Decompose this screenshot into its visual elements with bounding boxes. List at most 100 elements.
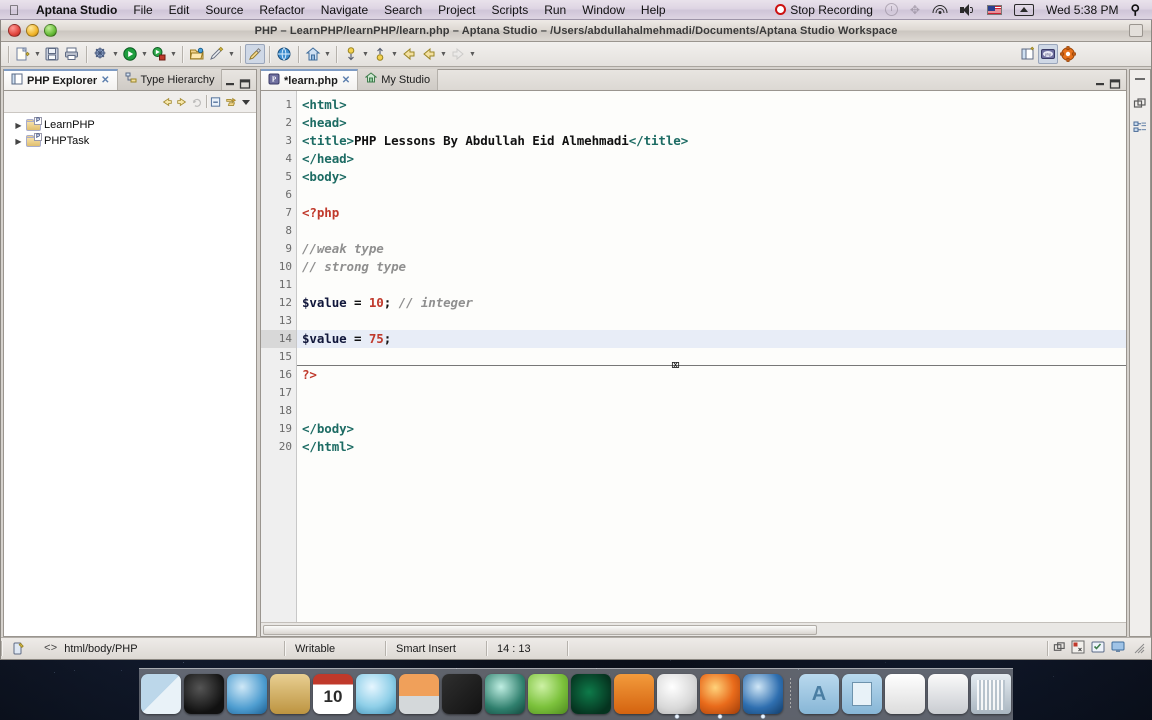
next-annotation-icon[interactable] bbox=[341, 44, 361, 64]
forward-arrow-icon[interactable] bbox=[176, 96, 188, 108]
edit-dropdown-arrow[interactable]: ▼ bbox=[227, 44, 236, 64]
dock-item-trash[interactable] bbox=[971, 674, 1011, 714]
resize-grip-icon[interactable] bbox=[1131, 640, 1145, 657]
build-icon[interactable] bbox=[1071, 640, 1086, 657]
editor-horizontal-scrollbar[interactable] bbox=[261, 622, 1126, 636]
external-tools-icon[interactable] bbox=[149, 44, 169, 64]
minimize-button[interactable] bbox=[26, 24, 39, 37]
view-menu-icon[interactable] bbox=[240, 96, 252, 108]
spotlight-search-icon[interactable]: ⚲ bbox=[1124, 0, 1146, 20]
dock-item-messenger[interactable] bbox=[528, 674, 568, 714]
dock-item-document-stack[interactable] bbox=[885, 674, 925, 714]
close-icon[interactable]: ✕ bbox=[342, 75, 350, 86]
close-button[interactable] bbox=[8, 24, 21, 37]
menu-item-source[interactable]: Source bbox=[197, 0, 251, 20]
code-line[interactable]: // strong type bbox=[297, 258, 1126, 276]
menu-item-help[interactable]: Help bbox=[633, 0, 674, 20]
dock-item-applications-folder[interactable]: A bbox=[799, 674, 839, 714]
new-wizard-icon[interactable] bbox=[13, 44, 33, 64]
back-history-icon[interactable] bbox=[419, 44, 439, 64]
code-line[interactable]: </head> bbox=[297, 150, 1126, 168]
refresh-icon[interactable] bbox=[191, 96, 203, 108]
menu-item-project[interactable]: Project bbox=[430, 0, 483, 20]
menu-app-name[interactable]: Aptana Studio bbox=[28, 0, 125, 20]
dock-item-documents-folder[interactable] bbox=[842, 674, 882, 714]
expand-arrow-icon[interactable]: ▶ bbox=[14, 137, 23, 146]
save-icon[interactable] bbox=[42, 44, 62, 64]
tasks-icon[interactable] bbox=[1091, 640, 1106, 657]
new-wizard-dropdown-arrow[interactable]: ▼ bbox=[33, 44, 42, 64]
menu-item-edit[interactable]: Edit bbox=[161, 0, 198, 20]
outline-view-icon[interactable] bbox=[1132, 119, 1148, 135]
menu-item-run[interactable]: Run bbox=[536, 0, 574, 20]
code-line[interactable] bbox=[297, 312, 1126, 330]
code-line[interactable]: $value = 75; bbox=[297, 330, 1126, 348]
maximize-editor-icon[interactable] bbox=[1109, 78, 1121, 90]
wifi-icon[interactable] bbox=[926, 4, 954, 16]
dock-item-safari[interactable] bbox=[227, 674, 267, 714]
tree-item-learnphp[interactable]: ▶ P LearnPHP bbox=[4, 117, 256, 133]
dock-item-imovie[interactable] bbox=[442, 674, 482, 714]
code-line[interactable]: </html> bbox=[297, 438, 1126, 456]
run-icon[interactable] bbox=[120, 44, 140, 64]
code-line[interactable]: </body> bbox=[297, 420, 1126, 438]
minimize-editor-icon[interactable] bbox=[1094, 78, 1106, 90]
open-file-icon[interactable] bbox=[187, 44, 207, 64]
debug-dropdown-arrow[interactable]: ▼ bbox=[111, 44, 120, 64]
code-line[interactable]: ?> bbox=[297, 366, 1126, 384]
code-line[interactable]: <?php bbox=[297, 204, 1126, 222]
us-flag-icon[interactable] bbox=[981, 5, 1008, 15]
dock-item-address-book[interactable] bbox=[270, 674, 310, 714]
expand-arrow-icon[interactable]: ▶ bbox=[14, 121, 23, 130]
code-line[interactable]: //weak type bbox=[297, 240, 1126, 258]
code-line[interactable]: <head> bbox=[297, 114, 1126, 132]
external-tools-dropdown-arrow[interactable]: ▼ bbox=[169, 44, 178, 64]
print-icon[interactable] bbox=[62, 44, 82, 64]
volume-icon[interactable] bbox=[954, 4, 981, 16]
dock-item-time-machine[interactable] bbox=[485, 674, 525, 714]
prev-annotation-dropdown-arrow[interactable]: ▼ bbox=[390, 44, 399, 64]
restore-panel-icon[interactable] bbox=[1132, 96, 1148, 112]
tab-php-explorer[interactable]: PHP Explorer ✕ bbox=[4, 69, 118, 90]
project-tree[interactable]: ▶ P LearnPHP ▶ P PHPTask bbox=[4, 113, 256, 636]
maximize-view-icon[interactable] bbox=[239, 78, 251, 90]
dock-item-window-stack[interactable] bbox=[928, 674, 968, 714]
forward-navigation-icon[interactable] bbox=[448, 44, 468, 64]
dock-item-itunes[interactable] bbox=[356, 674, 396, 714]
web-perspective-icon[interactable] bbox=[1058, 44, 1078, 64]
back-history-dropdown-arrow[interactable]: ▼ bbox=[439, 44, 448, 64]
code-line[interactable] bbox=[297, 186, 1126, 204]
zoom-button[interactable] bbox=[44, 24, 57, 37]
link-with-editor-icon[interactable] bbox=[225, 96, 237, 108]
dock-item-system-preferences[interactable] bbox=[614, 674, 654, 714]
console-icon[interactable] bbox=[1111, 640, 1126, 657]
code-line[interactable]: <body> bbox=[297, 168, 1126, 186]
eject-icon[interactable] bbox=[1008, 4, 1040, 16]
home-dropdown-arrow[interactable]: ▼ bbox=[323, 44, 332, 64]
open-perspective-icon[interactable] bbox=[1018, 44, 1038, 64]
menu-item-scripts[interactable]: Scripts bbox=[484, 0, 537, 20]
code-line[interactable]: $value = 10; // integer bbox=[297, 294, 1126, 312]
tab-my-studio[interactable]: My Studio bbox=[358, 69, 438, 90]
dock-item-dashboard[interactable] bbox=[184, 674, 224, 714]
code-editor[interactable]: 1 2 3 4 5 6 7 8 9 10 11 12 13 14 15 16 17 18 19 20 <html> <h… bbox=[261, 91, 1126, 622]
stop-recording-button[interactable]: Stop Recording bbox=[769, 0, 879, 20]
dock-item-finder[interactable] bbox=[141, 674, 181, 714]
code-line[interactable] bbox=[297, 348, 1126, 366]
edit-pencil-icon[interactable] bbox=[207, 44, 227, 64]
time-machine-icon[interactable] bbox=[879, 3, 904, 16]
forward-dropdown-arrow[interactable]: ▼ bbox=[468, 44, 477, 64]
dock-item-ical[interactable]: 10 bbox=[313, 674, 353, 714]
next-annotation-dropdown-arrow[interactable]: ▼ bbox=[361, 44, 370, 64]
menu-item-navigate[interactable]: Navigate bbox=[313, 0, 376, 20]
code-line[interactable]: <html> bbox=[297, 96, 1126, 114]
menu-item-file[interactable]: File bbox=[125, 0, 160, 20]
tab-type-hierarchy[interactable]: Type Hierarchy bbox=[118, 69, 223, 90]
collapse-all-icon[interactable] bbox=[210, 96, 222, 108]
scrollbar-thumb[interactable] bbox=[263, 625, 817, 635]
dock-item-zain[interactable] bbox=[571, 674, 611, 714]
prev-annotation-icon[interactable] bbox=[370, 44, 390, 64]
preview-brush-icon[interactable] bbox=[245, 44, 265, 64]
code-line[interactable] bbox=[297, 402, 1126, 420]
apple-icon[interactable]:  bbox=[0, 0, 28, 20]
